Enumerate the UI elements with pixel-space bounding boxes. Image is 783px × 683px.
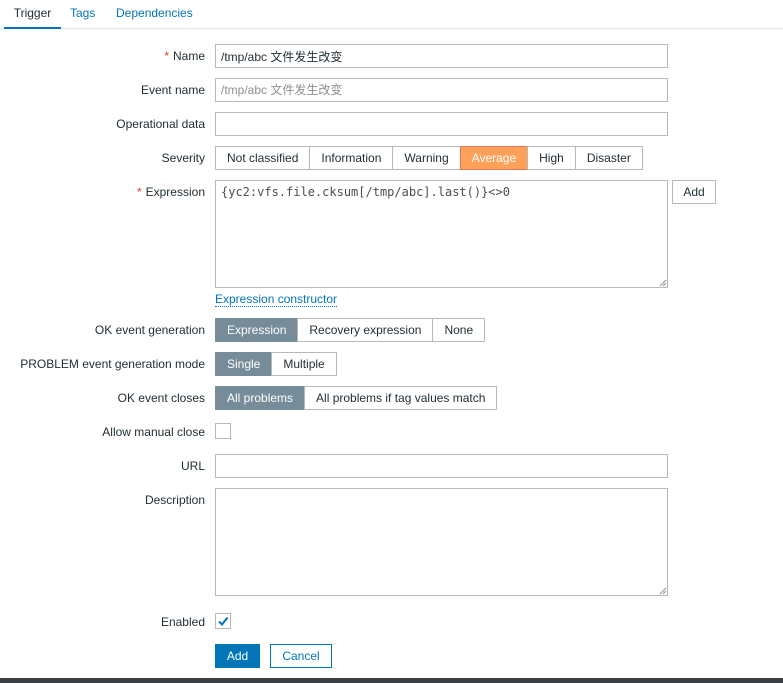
resize-handle-icon[interactable] xyxy=(659,587,667,595)
required-marker: * xyxy=(136,185,142,199)
severity-disaster[interactable]: Disaster xyxy=(574,146,643,170)
description-label: Description xyxy=(144,493,205,507)
add-button[interactable]: Add xyxy=(215,644,260,668)
ok-event-closes-label: OK event closes xyxy=(117,391,205,405)
severity-information[interactable]: Information xyxy=(309,146,394,170)
ok-generation-expression[interactable]: Expression xyxy=(215,318,299,342)
operational-data-input[interactable] xyxy=(215,112,668,136)
event-name-input[interactable] xyxy=(215,78,668,102)
problem-mode-multiple[interactable]: Multiple xyxy=(271,352,337,376)
description-textarea[interactable] xyxy=(215,488,668,596)
tab-tags[interactable]: Tags xyxy=(70,0,95,29)
severity-label: Severity xyxy=(161,151,205,165)
expression-constructor-link[interactable]: Expression constructor xyxy=(215,293,338,307)
description-wrapper xyxy=(215,488,668,596)
tab-trigger[interactable]: Trigger xyxy=(4,0,61,29)
tab-bar: Trigger Tags Dependencies xyxy=(0,0,783,29)
expression-wrapper xyxy=(215,180,668,288)
resize-handle-icon[interactable] xyxy=(659,279,667,287)
problem-mode-label: PROBLEM event generation mode xyxy=(20,357,205,371)
allow-manual-close-label: Allow manual close xyxy=(102,425,205,439)
name-label: * Name xyxy=(164,49,205,63)
required-marker: * xyxy=(164,49,169,63)
severity-selector: Not classified Information Warning Avera… xyxy=(215,146,643,170)
severity-average[interactable]: Average xyxy=(459,146,529,170)
enabled-label: Enabled xyxy=(160,615,205,629)
problem-mode-single[interactable]: Single xyxy=(215,352,273,376)
allow-manual-close-checkbox[interactable] xyxy=(215,423,231,439)
ok-closes-all-problems[interactable]: All problems xyxy=(215,386,306,410)
url-input[interactable] xyxy=(215,454,668,478)
expression-label: * Expression xyxy=(136,185,205,199)
operational-data-label: Operational data xyxy=(116,117,205,131)
ok-generation-none[interactable]: None xyxy=(432,318,486,342)
name-input[interactable] xyxy=(215,44,668,68)
ok-closes-tag-match[interactable]: All problems if tag values match xyxy=(304,386,498,410)
event-name-label: Event name xyxy=(140,83,205,97)
cancel-button[interactable]: Cancel xyxy=(270,644,332,668)
severity-not-classified[interactable]: Not classified xyxy=(215,146,311,170)
bottom-bar xyxy=(0,678,783,683)
severity-high[interactable]: High xyxy=(527,146,576,170)
url-label: URL xyxy=(180,459,205,473)
problem-mode-selector: Single Multiple xyxy=(215,352,337,376)
ok-event-generation-label: OK event generation xyxy=(94,323,205,337)
checkmark-icon xyxy=(218,616,229,627)
enabled-checkbox[interactable] xyxy=(215,613,231,629)
ok-event-generation-selector: Expression Recovery expression None xyxy=(215,318,486,342)
tab-dependencies[interactable]: Dependencies xyxy=(116,0,193,29)
expression-add-button[interactable]: Add xyxy=(672,180,716,204)
ok-event-closes-selector: All problems All problems if tag values … xyxy=(215,386,498,410)
expression-textarea[interactable] xyxy=(215,180,668,288)
ok-generation-recovery-expression[interactable]: Recovery expression xyxy=(297,318,434,342)
severity-warning[interactable]: Warning xyxy=(392,146,461,170)
